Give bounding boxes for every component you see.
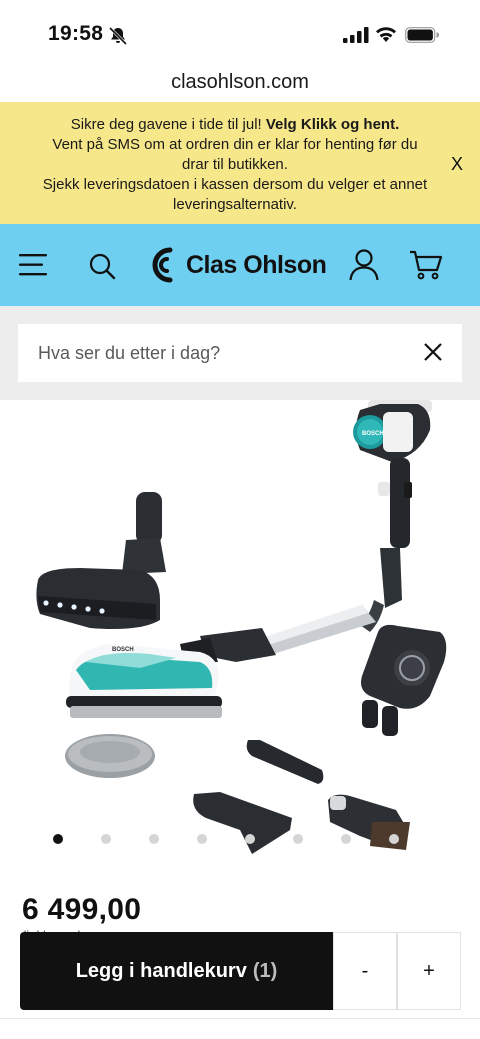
banner-close-button[interactable]: X	[451, 154, 463, 175]
banner-text: Sikre deg gavene i tide til jul! Velg Kl…	[40, 115, 430, 215]
banner-line3: Sjekk leveringsdatoen i kassen dersom du…	[42, 176, 428, 213]
search-section: Hva ser du etter i dag?	[0, 306, 480, 400]
carousel-dot[interactable]	[245, 834, 255, 844]
cart-icon[interactable]	[409, 250, 443, 280]
site-header: Clas Ohlson	[0, 224, 480, 306]
product-image[interactable]: BOSCH BOSCH	[0, 400, 480, 860]
brand-name: Clas Ohlson	[186, 250, 327, 279]
carousel-dot[interactable]	[149, 834, 159, 844]
status-bar: 19:58	[0, 0, 480, 64]
search-icon[interactable]	[88, 252, 116, 280]
carousel-dot[interactable]	[53, 834, 63, 844]
carousel-dot[interactable]	[341, 834, 351, 844]
signal-icon	[343, 27, 369, 43]
bell-muted-icon	[108, 26, 128, 46]
search-input[interactable]: Hva ser du etter i dag?	[18, 324, 462, 382]
decrease-quantity-button[interactable]: -	[333, 932, 397, 1010]
clas-ohlson-logo[interactable]: Clas Ohlson	[148, 245, 327, 285]
account-icon[interactable]	[349, 249, 379, 281]
brand-mark-mop: BOSCH	[112, 647, 134, 653]
increase-quantity-button[interactable]: +	[397, 932, 461, 1010]
search-placeholder: Hva ser du etter i dag?	[38, 343, 221, 363]
wifi-icon	[376, 27, 396, 42]
product-illustration: BOSCH BOSCH	[36, 400, 447, 854]
banner-line2: Vent på SMS om at ordren din er klar for…	[52, 136, 418, 173]
url-bar[interactable]: clasohlson.com	[0, 64, 480, 102]
product-price: 6 499,00	[22, 893, 142, 926]
cart-quantity: (1)	[252, 959, 278, 982]
add-to-cart-bar: Legg i handlekurv (1) - +	[20, 932, 461, 1010]
add-to-cart-label: Legg i handlekurv	[75, 959, 247, 982]
close-icon[interactable]	[422, 341, 444, 363]
carousel-dot[interactable]	[293, 834, 303, 844]
carousel-dots	[0, 834, 480, 846]
divider	[0, 1018, 480, 1019]
menu-icon[interactable]	[19, 253, 49, 277]
add-to-cart-button[interactable]: Legg i handlekurv (1)	[20, 932, 333, 1010]
carousel-dot[interactable]	[389, 834, 399, 844]
battery-icon	[405, 27, 439, 43]
carousel-dot[interactable]	[101, 834, 111, 844]
status-time: 19:58	[48, 22, 104, 45]
banner-line1: Sikre deg gavene i tide til jul!	[70, 116, 266, 133]
banner-highlight: Velg Klikk og hent.	[265, 116, 400, 133]
logo-mark-icon	[152, 247, 173, 283]
notice-banner: Sikre deg gavene i tide til jul! Velg Kl…	[0, 102, 480, 224]
carousel-dot[interactable]	[197, 834, 207, 844]
brand-mark-top: BOSCH	[362, 431, 384, 437]
